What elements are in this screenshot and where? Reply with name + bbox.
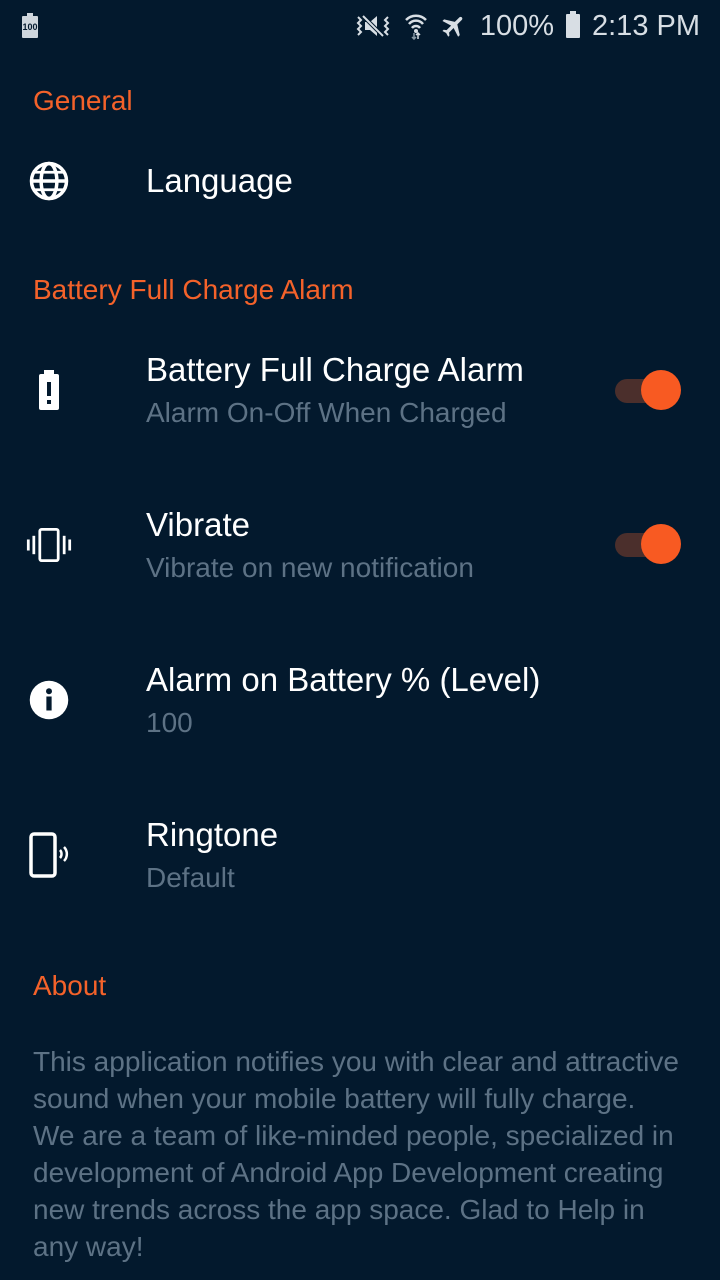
battery-level-badge: 100 — [22, 13, 38, 38]
battery-alert-icon — [26, 367, 72, 413]
clock: 2:13 PM — [592, 9, 700, 42]
toggle-thumb — [641, 370, 681, 410]
setting-ringtone[interactable]: Ringtone Default — [0, 810, 720, 910]
alarm-level-value: 100 — [146, 707, 193, 738]
battery-alarm-subtitle: Alarm On-Off When Charged — [146, 397, 507, 428]
section-header-about: About — [33, 970, 107, 1001]
airplane-mode-icon — [440, 12, 468, 40]
globe-icon — [26, 158, 72, 204]
setting-alarm-level[interactable]: Alarm on Battery % (Level) 100 — [0, 655, 720, 755]
vibrate-icon — [26, 522, 72, 568]
setting-language[interactable]: Language — [0, 150, 720, 214]
language-title: Language — [146, 162, 293, 199]
vibrate-toggle[interactable] — [615, 524, 683, 564]
info-icon — [26, 677, 72, 723]
ringtone-title: Ringtone — [146, 816, 279, 853]
section-header-general: General — [33, 85, 133, 116]
setting-vibrate[interactable]: Vibrate Vibrate on new notification — [0, 500, 720, 600]
ringtone-phone-icon — [26, 832, 72, 878]
vibrate-subtitle: Vibrate on new notification — [146, 552, 474, 583]
vibrate-title: Vibrate — [146, 506, 250, 543]
wifi-icon — [404, 12, 428, 40]
section-header-battery-alarm: Battery Full Charge Alarm — [33, 274, 354, 305]
battery-alarm-toggle[interactable] — [615, 370, 683, 410]
battery-notification-icon: 100 — [22, 12, 38, 38]
battery-percent: 100% — [479, 9, 554, 42]
ringtone-value: Default — [146, 862, 235, 893]
setting-battery-alarm[interactable]: Battery Full Charge Alarm Alarm On-Off W… — [0, 345, 720, 445]
battery-icon — [566, 11, 580, 38]
battery-alarm-title: Battery Full Charge Alarm — [146, 351, 524, 388]
toggle-thumb — [641, 524, 681, 564]
status-bar: 100 100% 2:13 PM — [0, 0, 720, 50]
about-text: This application notifies you with clear… — [33, 1046, 679, 1262]
alarm-level-title: Alarm on Battery % (Level) — [146, 661, 541, 698]
vibrate-mute-icon — [354, 13, 392, 39]
